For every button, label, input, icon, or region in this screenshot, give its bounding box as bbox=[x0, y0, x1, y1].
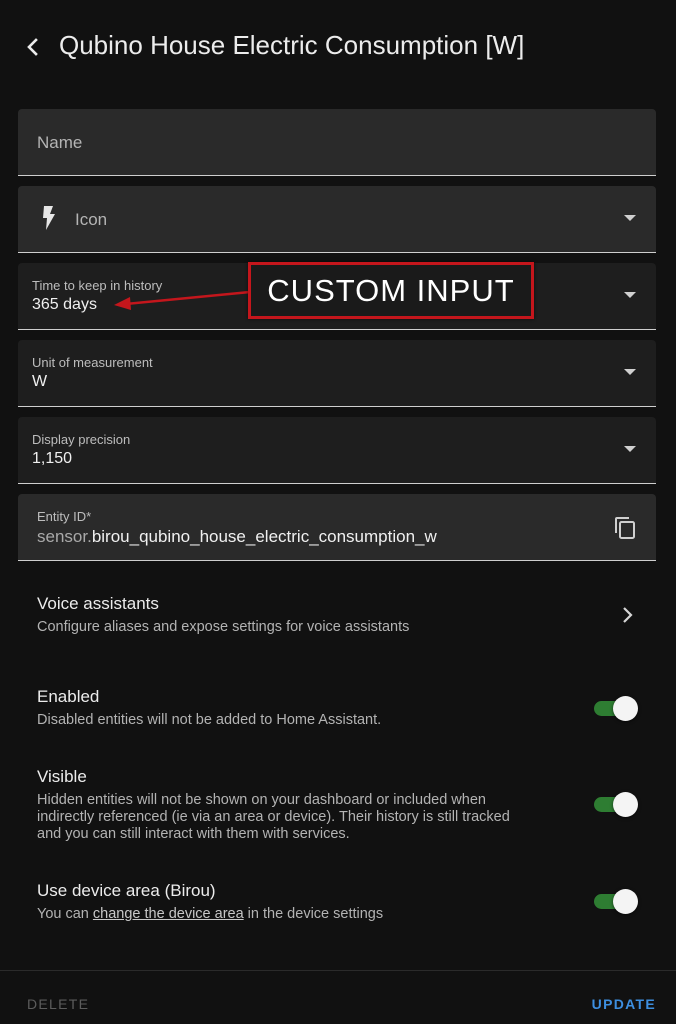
visible-toggle[interactable] bbox=[594, 791, 638, 817]
chevron-right-icon[interactable] bbox=[620, 606, 634, 624]
device-area-subtitle-post: in the device settings bbox=[243, 906, 384, 922]
toggle-thumb bbox=[613, 889, 638, 914]
device-area-toggle[interactable] bbox=[594, 888, 638, 914]
name-placeholder: Name bbox=[37, 133, 83, 152]
change-device-area-link[interactable]: change the device area bbox=[93, 906, 244, 922]
device-area-subtitle: You can change the device area in the de… bbox=[37, 906, 383, 923]
device-area-title: Use device area (Birou) bbox=[37, 881, 216, 900]
entity-id-field[interactable]: Entity ID* sensor.birou_qubino_house_ele… bbox=[18, 494, 656, 561]
page-title: Qubino House Electric Consumption [W] bbox=[59, 30, 525, 60]
enabled-subtitle: Disabled entities will not be added to H… bbox=[37, 712, 382, 728]
device-area-row: Use device area (Birou) You can change t… bbox=[18, 881, 656, 931]
visible-title: Visible bbox=[37, 767, 87, 786]
history-value: 365 days bbox=[32, 296, 97, 313]
toggle-thumb bbox=[613, 792, 638, 817]
name-field[interactable]: Name bbox=[18, 109, 656, 176]
chevron-down-icon[interactable] bbox=[624, 215, 636, 221]
enabled-toggle[interactable] bbox=[594, 695, 638, 721]
chevron-down-icon[interactable] bbox=[624, 446, 636, 452]
visible-subtitle-line: and you can still interact with them wit… bbox=[37, 826, 350, 842]
unit-value: W bbox=[32, 373, 48, 390]
back-button[interactable] bbox=[18, 30, 48, 64]
update-button[interactable]: UPDATE bbox=[592, 996, 656, 1012]
chevron-down-icon[interactable] bbox=[624, 292, 636, 298]
enabled-title: Enabled bbox=[37, 687, 100, 706]
icon-label: Icon bbox=[75, 210, 108, 229]
icon-picker[interactable]: Icon bbox=[18, 186, 656, 253]
precision-value: 1,150 bbox=[32, 450, 73, 467]
unit-select[interactable]: Unit of measurement W bbox=[18, 340, 656, 407]
device-area-subtitle-pre: You can bbox=[37, 906, 93, 922]
precision-select[interactable]: Display precision 1,150 bbox=[18, 417, 656, 484]
voice-assistants-title: Voice assistants bbox=[37, 594, 159, 613]
annotation-arrow-icon bbox=[114, 290, 251, 310]
copy-icon[interactable] bbox=[614, 516, 636, 540]
chevron-down-icon[interactable] bbox=[624, 369, 636, 375]
visible-subtitle-line: indirectly referenced (ie via an area or… bbox=[37, 809, 510, 825]
enabled-row: Enabled Disabled entities will not be ad… bbox=[18, 687, 656, 737]
dialog-footer: DELETE UPDATE bbox=[0, 970, 676, 1024]
voice-assistants-row[interactable]: Voice assistants Configure aliases and e… bbox=[18, 594, 656, 644]
arrow-left-icon bbox=[27, 38, 38, 56]
entity-id-value: sensor.birou_qubino_house_electric_consu… bbox=[37, 527, 437, 547]
visible-subtitle-line: Hidden entities will not be shown on you… bbox=[37, 792, 486, 808]
flash-icon bbox=[43, 206, 55, 230]
visible-row: Visible Hidden entities will not be show… bbox=[18, 767, 656, 847]
custom-input-callout: CUSTOM INPUT bbox=[248, 262, 534, 319]
entity-domain-prefix: sensor. bbox=[37, 527, 92, 546]
entity-object-id: birou_qubino_house_electric_consumption_… bbox=[91, 527, 437, 546]
precision-label: Display precision bbox=[32, 432, 131, 447]
visible-subtitle: Hidden entities will not be shown on you… bbox=[37, 792, 577, 843]
page-header: Qubino House Electric Consumption [W] bbox=[0, 0, 676, 96]
delete-button[interactable]: DELETE bbox=[27, 996, 89, 1012]
unit-label: Unit of measurement bbox=[32, 355, 153, 370]
entity-id-label: Entity ID* bbox=[37, 509, 92, 524]
voice-assistants-subtitle: Configure aliases and expose settings fo… bbox=[37, 619, 410, 635]
toggle-thumb bbox=[613, 696, 638, 721]
